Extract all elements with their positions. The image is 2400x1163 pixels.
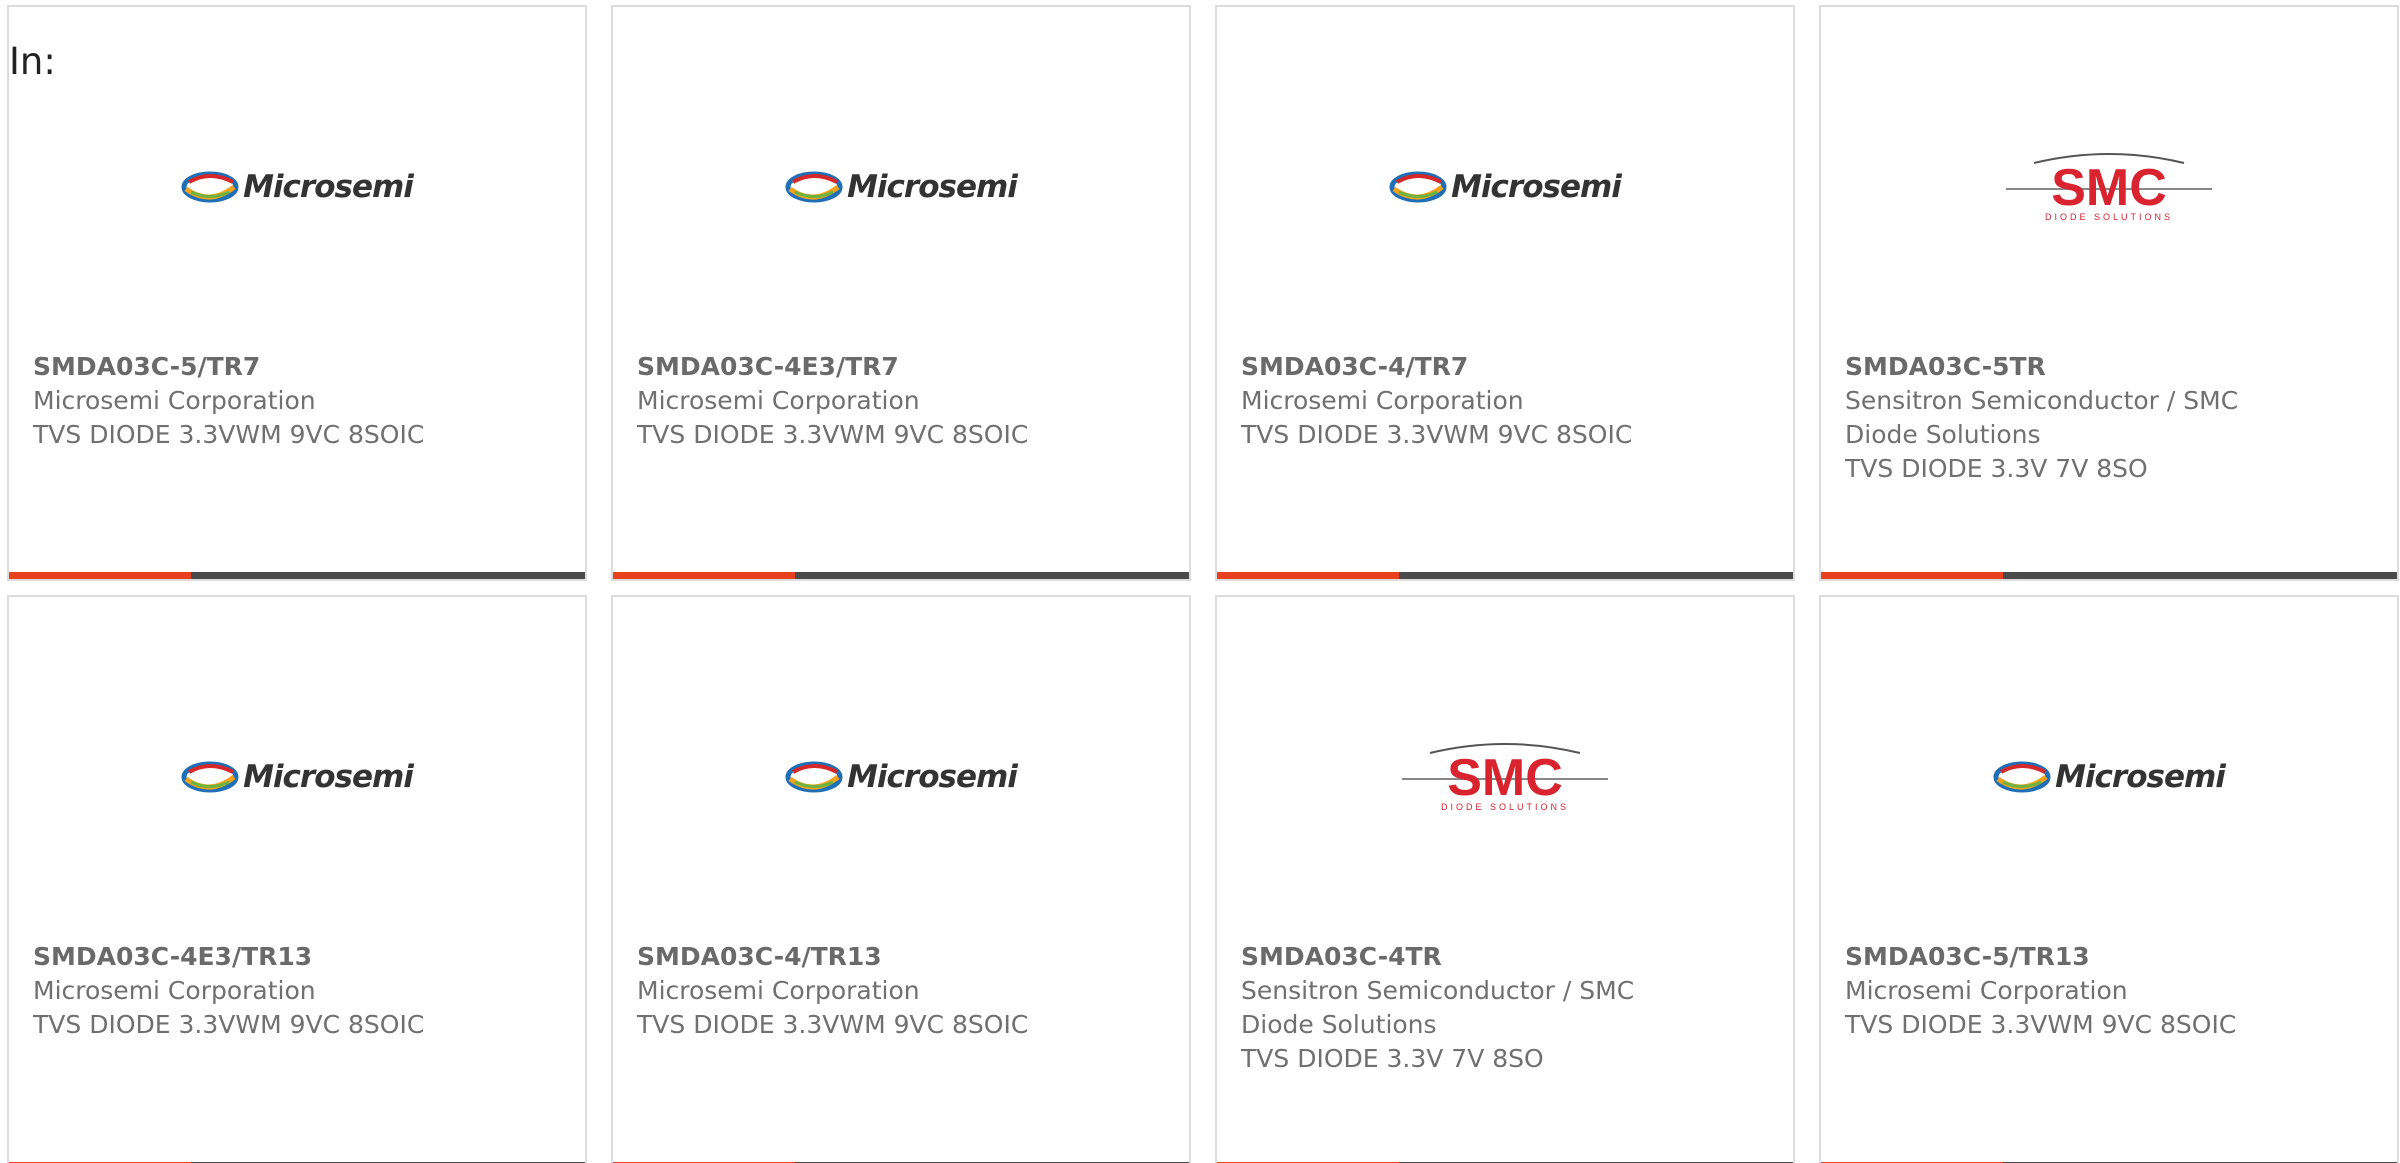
microsemi-logo-text: Microsemi	[243, 169, 414, 205]
manufacturer-logo-area: SMC DIODE SOLUTIONS	[1217, 722, 1793, 832]
product-card[interactable]: Microsemi SMDA03C-4/TR13 Microsemi Corpora…	[611, 595, 1191, 1163]
smc-logo: SMCDIODE SOLUTIONS	[2006, 153, 2212, 222]
microsemi-swirl-icon	[181, 761, 239, 793]
microsemi-logo: Microsemi	[1389, 169, 1622, 205]
manufacturer-logo-area: Microsemi	[9, 722, 585, 832]
part-number[interactable]: SMDA03C-4E3/TR13	[33, 940, 553, 974]
microsemi-logo-text: Microsemi	[1451, 169, 1622, 205]
manufacturer-logo-area: Microsemi	[9, 132, 585, 242]
microsemi-swirl-icon	[1389, 171, 1447, 203]
part-number[interactable]: SMDA03C-4/TR13	[637, 940, 1157, 974]
product-description: TVS DIODE 3.3VWM 9VC 8SOIC	[637, 1010, 1029, 1039]
microsemi-logo-text: Microsemi	[847, 169, 1018, 205]
smc-logo-text: SMC	[2051, 159, 2167, 217]
product-info: SMDA03C-4E3/TR13 Microsemi Corporation TVS…	[33, 940, 553, 1042]
product-description: TVS DIODE 3.3VWM 9VC 8SOIC	[33, 1010, 425, 1039]
manufacturer-name: Microsemi Corporation	[1845, 976, 2128, 1005]
smc-logo-subtext: DIODE SOLUTIONS	[2045, 212, 2173, 222]
card-accent-bar	[613, 572, 795, 579]
card-bottom-bar	[1821, 572, 2397, 579]
card-bottom-bar	[613, 572, 1189, 579]
product-info: SMDA03C-4E3/TR7 Microsemi Corporation TVS …	[637, 350, 1157, 452]
manufacturer-name: Microsemi Corporation	[637, 386, 920, 415]
part-number[interactable]: SMDA03C-5/TR13	[1845, 940, 2365, 974]
manufacturer-name: Microsemi Corporation	[33, 976, 316, 1005]
part-number[interactable]: SMDA03C-5/TR7	[33, 350, 553, 384]
product-card[interactable]: Microsemi SMDA03C-4E3/TR13 Microsemi Corpo…	[7, 595, 587, 1163]
smc-logo: SMCDIODE SOLUTIONS	[1402, 743, 1608, 812]
product-info: SMDA03C-4/TR7 Microsemi Corporation TVS DI…	[1241, 350, 1761, 452]
product-description: TVS DIODE 3.3VWM 9VC 8SOIC	[637, 420, 1029, 449]
part-number[interactable]: SMDA03C-4/TR7	[1241, 350, 1761, 384]
smc-logo-subtext: DIODE SOLUTIONS	[1441, 802, 1569, 812]
card-accent-bar	[9, 572, 191, 579]
product-card[interactable]: Microsemi SMDA03C-5/TR13 Microsemi Corpora…	[1819, 595, 2399, 1163]
card-bottom-bar	[9, 572, 585, 579]
card-accent-bar	[1821, 572, 2003, 579]
product-description: TVS DIODE 3.3VWM 9VC 8SOIC	[1845, 1010, 2237, 1039]
part-number[interactable]: SMDA03C-4E3/TR7	[637, 350, 1157, 384]
microsemi-logo: Microsemi	[181, 759, 414, 795]
product-info: SMDA03C-5TR Sensitron Semiconductor / SMC…	[1845, 350, 2365, 486]
product-grid: In: Microsemi SMDA03C-5/TR7 Microsemi Corpo…	[7, 5, 2399, 1163]
manufacturer-logo-area: Microsemi	[1217, 132, 1793, 242]
manufacturer-name: Sensitron Semiconductor / SMC	[1241, 976, 1635, 1005]
product-card[interactable]: Microsemi SMDA03C-4E3/TR7 Microsemi Corpor…	[611, 5, 1191, 581]
page: In: Microsemi SMDA03C-5/TR7 Microsemi Corpo…	[0, 0, 2400, 1163]
microsemi-swirl-icon	[181, 171, 239, 203]
manufacturer-name: Microsemi Corporation	[1241, 386, 1524, 415]
microsemi-logo: Microsemi	[1993, 759, 2226, 795]
card-accent-bar	[1217, 572, 1399, 579]
product-description: TVS DIODE 3.3V 7V 8SO	[1845, 454, 2148, 483]
in-label: In:	[9, 40, 56, 83]
part-number[interactable]: SMDA03C-4TR	[1241, 940, 1761, 974]
microsemi-logo-text: Microsemi	[847, 759, 1018, 795]
microsemi-swirl-icon	[1993, 761, 2051, 793]
manufacturer-name-line2: Diode Solutions	[1241, 1010, 1437, 1039]
manufacturer-name: Microsemi Corporation	[33, 386, 316, 415]
manufacturer-logo-area: Microsemi	[613, 132, 1189, 242]
part-number[interactable]: SMDA03C-5TR	[1845, 350, 2365, 384]
product-info: SMDA03C-4TR Sensitron Semiconductor / SMC…	[1241, 940, 1761, 1076]
manufacturer-name: Microsemi Corporation	[637, 976, 920, 1005]
microsemi-logo-text: Microsemi	[243, 759, 414, 795]
manufacturer-logo-area: Microsemi	[613, 722, 1189, 832]
product-card[interactable]: Microsemi SMDA03C-4/TR7 Microsemi Corporat…	[1215, 5, 1795, 581]
product-info: SMDA03C-4/TR13 Microsemi Corporation TVS D…	[637, 940, 1157, 1042]
microsemi-swirl-icon	[785, 171, 843, 203]
product-description: TVS DIODE 3.3VWM 9VC 8SOIC	[1241, 420, 1633, 449]
manufacturer-name-line2: Diode Solutions	[1845, 420, 2041, 449]
product-description: TVS DIODE 3.3VWM 9VC 8SOIC	[33, 420, 425, 449]
manufacturer-logo-area: Microsemi	[1821, 722, 2397, 832]
product-card[interactable]: SMC DIODE SOLUTIONS SMDA03C-5TR Sensitron S…	[1819, 5, 2399, 581]
smc-logo-text: SMC	[1447, 749, 1563, 807]
product-info: SMDA03C-5/TR13 Microsemi Corporation TVS D…	[1845, 940, 2365, 1042]
product-card[interactable]: In: Microsemi SMDA03C-5/TR7 Microsemi Corpo…	[7, 5, 587, 581]
manufacturer-logo-area: SMC DIODE SOLUTIONS	[1821, 132, 2397, 242]
card-bottom-bar	[1217, 572, 1793, 579]
microsemi-swirl-icon	[785, 761, 843, 793]
manufacturer-name: Sensitron Semiconductor / SMC	[1845, 386, 2239, 415]
product-description: TVS DIODE 3.3V 7V 8SO	[1241, 1044, 1544, 1073]
product-card[interactable]: SMC DIODE SOLUTIONS SMDA03C-4TR Sensitron S…	[1215, 595, 1795, 1163]
microsemi-logo: Microsemi	[785, 169, 1018, 205]
microsemi-logo-text: Microsemi	[2055, 759, 2226, 795]
product-info: SMDA03C-5/TR7 Microsemi Corporation TVS DI…	[33, 350, 553, 452]
microsemi-logo: Microsemi	[785, 759, 1018, 795]
microsemi-logo: Microsemi	[181, 169, 414, 205]
